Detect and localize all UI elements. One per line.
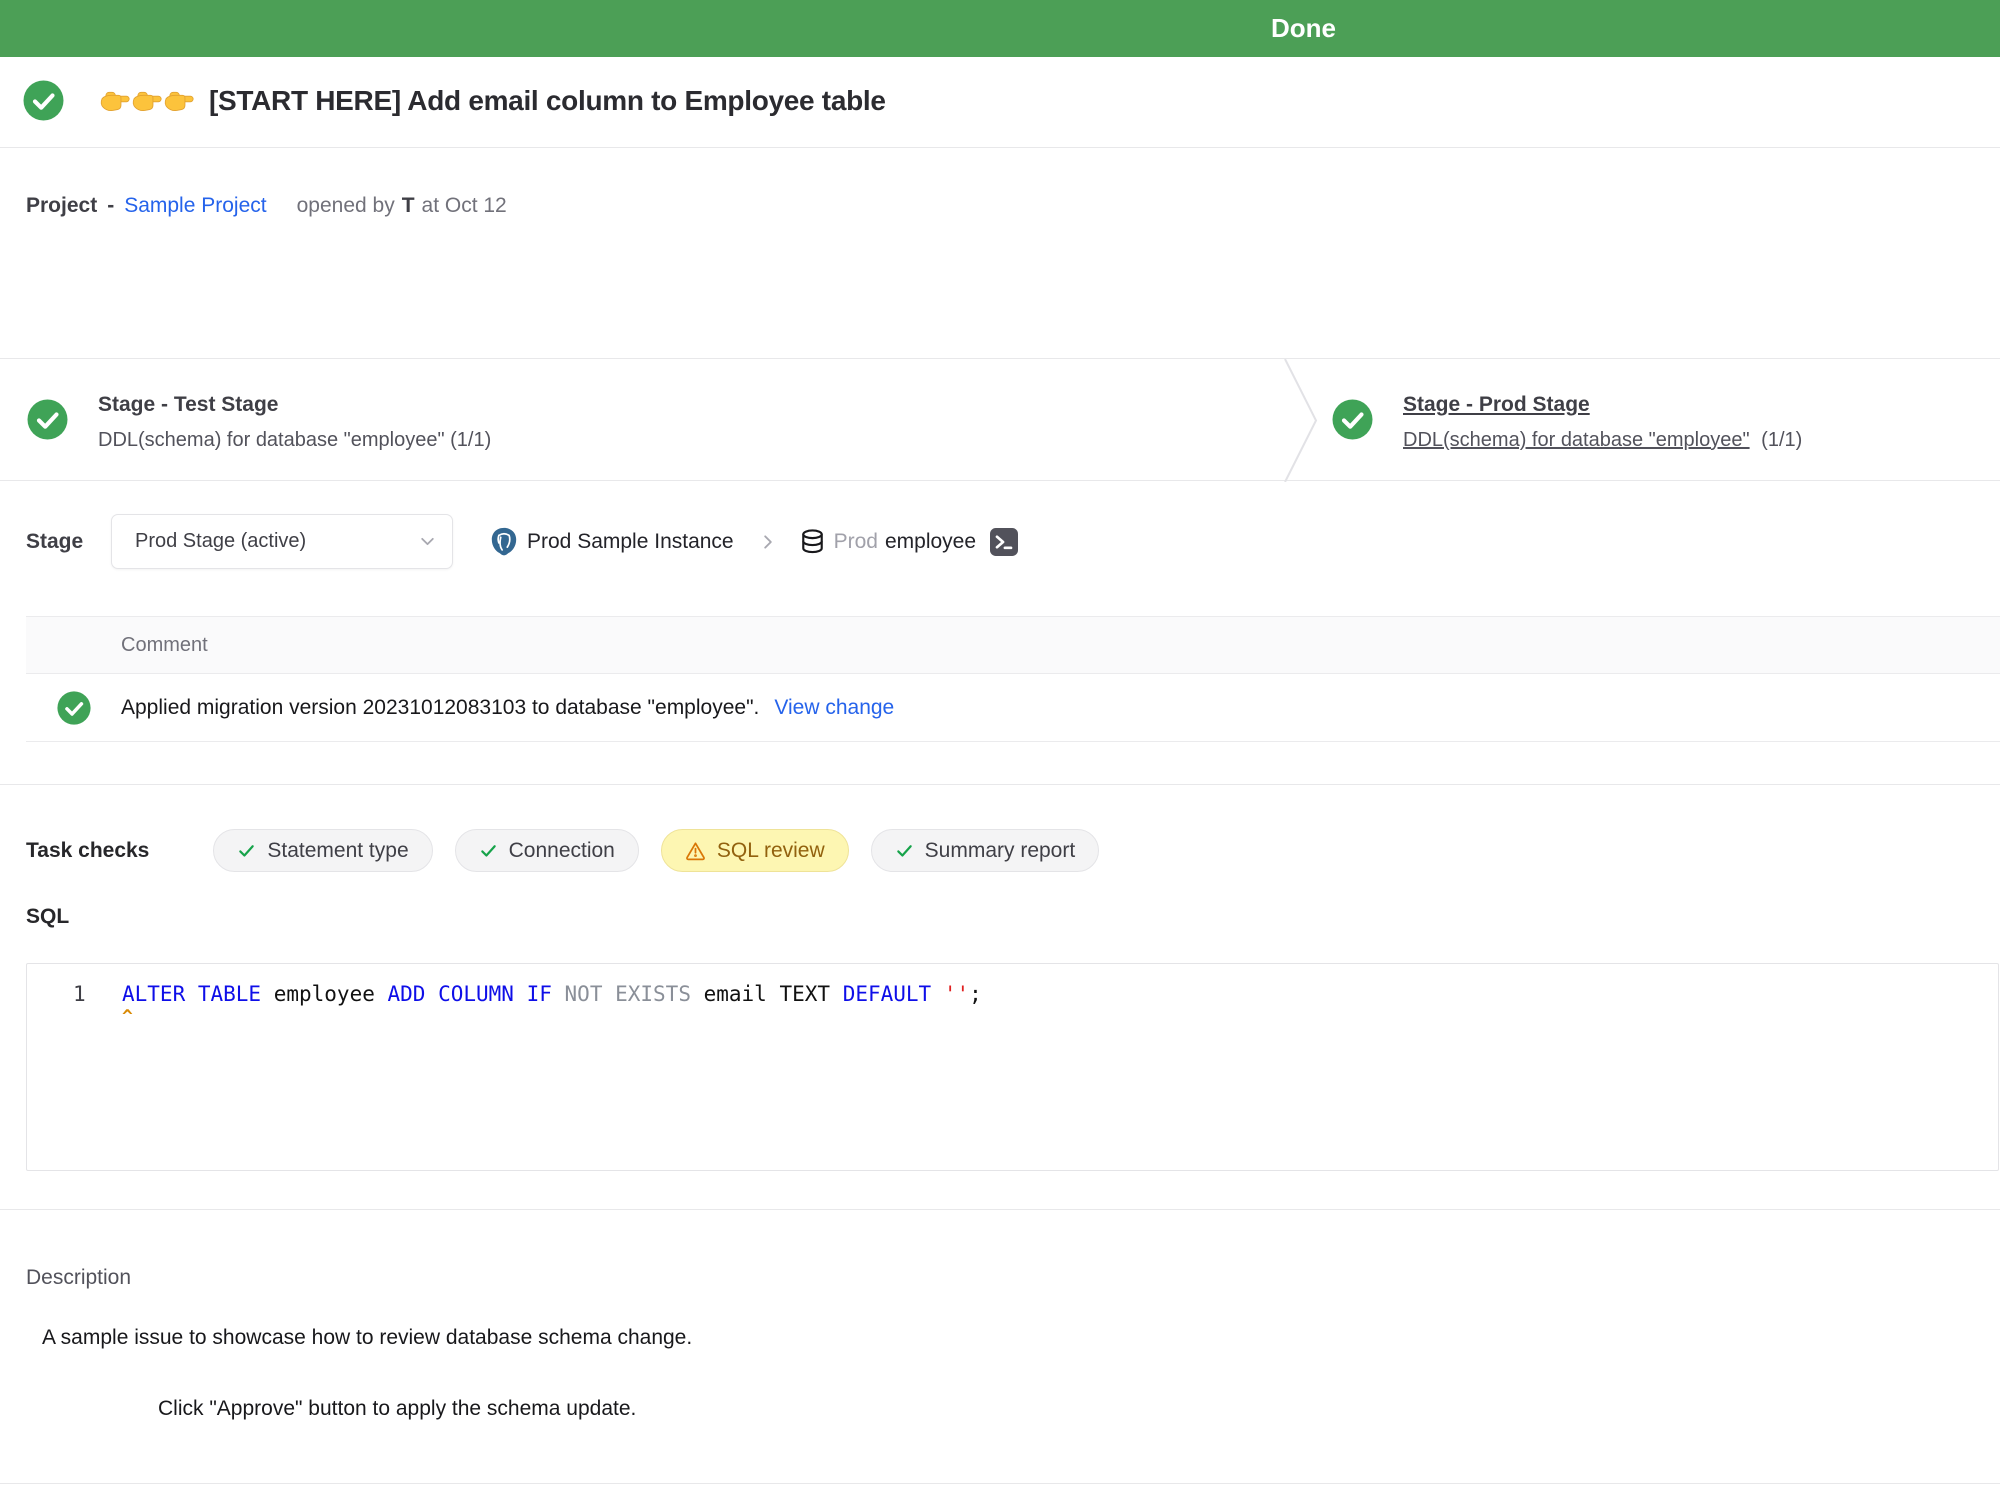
comment-status-check-icon	[57, 691, 91, 725]
issue-meta-row: Project - Sample Project opened by T at …	[26, 194, 507, 218]
comment-table-row: Applied migration version 20231012083103…	[26, 674, 2000, 742]
opened-by-text: opened by	[297, 194, 395, 218]
chevron-right-icon	[759, 533, 777, 551]
header-divider	[0, 147, 2000, 148]
sql-line-number: 1	[73, 980, 86, 1008]
check-pill-label: Summary report	[925, 839, 1076, 863]
sql-token: NOT EXISTS	[565, 982, 704, 1006]
description-paragraph: Click "Approve" button to apply the sche…	[158, 1397, 636, 1421]
stage-test-check-icon	[27, 399, 68, 440]
comment-column-header: Comment	[121, 634, 208, 657]
check-pill-label: Connection	[509, 839, 615, 863]
instance-link[interactable]: Prod Sample Instance	[527, 530, 734, 554]
stage-prod-subtitle-count: (1/1)	[1761, 429, 1802, 451]
status-banner: Done	[0, 0, 2000, 57]
warning-triangle-icon	[685, 840, 706, 861]
sql-warning-marker: ^	[122, 1006, 133, 1027]
comment-text: Applied migration version 20231012083103…	[121, 696, 759, 720]
stage-select[interactable]: Prod Stage (active)	[111, 514, 453, 569]
project-label: Project	[26, 194, 97, 218]
check-pill-summary-report[interactable]: Summary report	[871, 829, 1100, 872]
task-checks-row: Task checks Statement type Connection SQ…	[26, 829, 1121, 872]
database-breadcrumb: Prod Sample Instance Prod employee	[489, 526, 1018, 557]
sql-token: ADD COLUMN IF	[388, 982, 565, 1006]
issue-title: [START HERE] Add email column to Employe…	[209, 85, 886, 117]
pipeline-section: Stage - Test Stage DDL(schema) for datab…	[0, 358, 2000, 481]
check-pill-label: Statement type	[267, 839, 408, 863]
bottom-divider	[0, 1483, 2000, 1484]
pointing-right-emoji	[99, 87, 195, 114]
check-pill-sql-review[interactable]: SQL review	[661, 829, 849, 872]
stage-separator-chevron-icon	[1283, 359, 1319, 487]
check-pass-icon	[479, 841, 498, 860]
issue-header: [START HERE] Add email column to Employe…	[23, 80, 886, 121]
database-icon	[799, 528, 826, 555]
project-dash: -	[107, 194, 114, 218]
comment-table: Comment Applied migration version 202310…	[26, 616, 2000, 742]
stage-select-value: Prod Stage (active)	[135, 530, 306, 553]
sql-token: email TEXT	[704, 982, 843, 1006]
comment-table-header: Comment	[26, 617, 2000, 674]
postgresql-icon	[489, 526, 519, 557]
description-paragraph: A sample issue to showcase how to review…	[42, 1326, 692, 1350]
check-pill-label: SQL review	[717, 839, 825, 863]
sql-token: ''	[944, 982, 969, 1006]
stage-selector-label: Stage	[26, 530, 83, 554]
sql-token: ;	[969, 982, 982, 1006]
check-pass-icon	[895, 841, 914, 860]
opened-at-text: at Oct 12	[422, 194, 507, 218]
sql-statement: ALTER TABLE employee ADD COLUMN IF NOT E…	[122, 980, 982, 1008]
stage-prod-check-icon	[1332, 399, 1373, 440]
sql-token: employee	[274, 982, 388, 1006]
section-divider	[0, 784, 2000, 785]
sql-editor-button[interactable]	[990, 528, 1018, 556]
database-link[interactable]: employee	[885, 530, 976, 554]
environment-label: Prod	[834, 530, 878, 554]
sql-token: ALTER TABLE	[122, 982, 274, 1006]
stage-prod-subtitle-link[interactable]: DDL(schema) for database "employee"	[1403, 429, 1750, 451]
project-link[interactable]: Sample Project	[124, 194, 266, 218]
sql-editor[interactable]: 1 ALTER TABLE employee ADD COLUMN IF NOT…	[26, 963, 1999, 1171]
status-banner-label: Done	[1271, 0, 1336, 57]
view-change-link[interactable]: View change	[774, 696, 894, 720]
check-pass-icon	[237, 841, 256, 860]
description-label: Description	[26, 1266, 131, 1290]
sql-section-label: SQL	[26, 905, 69, 929]
issue-status-check-icon	[23, 80, 64, 121]
stage-card-prod[interactable]: Stage - Prod Stage DDL(schema) for datab…	[1332, 359, 1802, 482]
chevron-down-icon	[419, 533, 436, 550]
check-pill-statement-type[interactable]: Statement type	[213, 829, 432, 872]
stage-card-test[interactable]: Stage - Test Stage DDL(schema) for datab…	[27, 359, 491, 482]
sql-token: DEFAULT	[843, 982, 944, 1006]
check-pill-connection[interactable]: Connection	[455, 829, 639, 872]
creator-name: T	[402, 194, 415, 218]
task-checks-label: Task checks	[26, 839, 149, 863]
stage-test-subtitle: DDL(schema) for database "employee" (1/1…	[98, 428, 491, 452]
stage-prod-title-link[interactable]: Stage - Prod Stage	[1403, 392, 1802, 418]
section-divider	[0, 1209, 2000, 1210]
stage-test-title: Stage - Test Stage	[98, 392, 491, 418]
stage-selector-row: Stage Prod Stage (active) Prod Sample In…	[26, 514, 1018, 569]
